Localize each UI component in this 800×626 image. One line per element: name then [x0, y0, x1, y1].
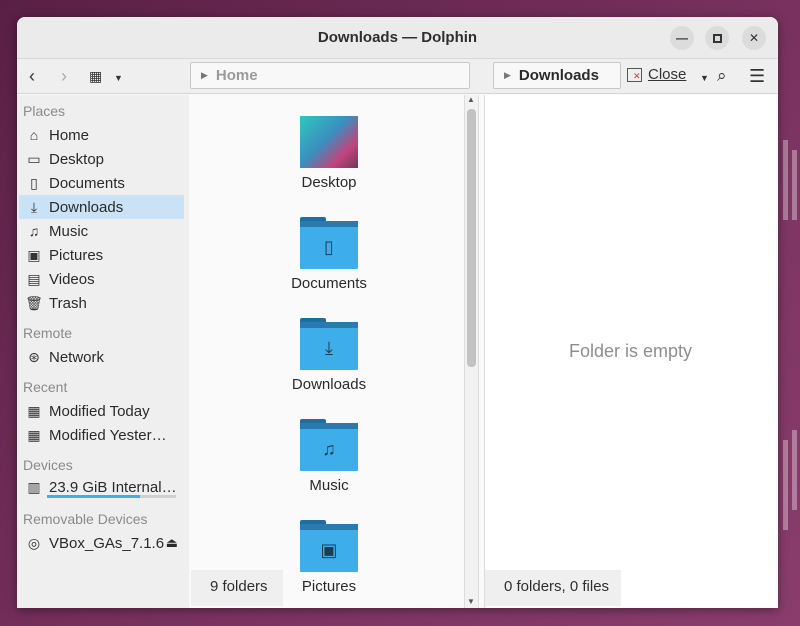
sidebar-item-home[interactable]: ⌂ Home: [19, 123, 184, 147]
left-view-pane[interactable]: Desktop ▯ Documents ⤓ Downloads ♫ Music …: [191, 95, 479, 608]
desktop-icon: ▭: [27, 150, 41, 167]
trash-icon: 🗑: [25, 294, 43, 311]
folder-icon: ▣: [300, 520, 358, 572]
videos-icon: ▤: [27, 270, 41, 287]
left-pane-scrollbar[interactable]: ▲ ▼: [464, 95, 478, 608]
section-remote: Remote: [23, 325, 73, 341]
music-note-icon: ♫: [322, 439, 336, 459]
window-title: Downloads — Dolphin: [317, 29, 478, 46]
sidebar-item-modified-today[interactable]: ▦ Modified Today: [19, 399, 184, 423]
documents-icon: ▯: [30, 174, 38, 191]
sidebar-item-network[interactable]: ⊛ Network: [19, 345, 184, 369]
sidebar-item-videos[interactable]: ▤ Videos: [19, 267, 184, 291]
sidebar-item-desktop[interactable]: ▭ Desktop: [19, 147, 184, 171]
view-mode-icon[interactable]: ▦: [89, 66, 102, 86]
close-split-icon: ✕: [627, 67, 642, 82]
eject-icon[interactable]: ⏏: [166, 535, 178, 551]
sidebar-item-music[interactable]: ♫ Music: [19, 219, 184, 243]
optical-disc-icon: ◎: [27, 534, 41, 551]
section-recent: Recent: [23, 379, 68, 395]
left-status-text: 9 folders: [210, 578, 268, 595]
music-icon: ♫: [28, 223, 40, 239]
close-split-button[interactable]: ✕ Close: [627, 66, 686, 83]
picture-icon: ▣: [320, 540, 338, 560]
wallpaper-stripe: [792, 150, 797, 220]
breadcrumb-left[interactable]: ▶ Home: [190, 62, 470, 89]
wallpaper-stripe: [783, 140, 788, 220]
split-dropdown-icon[interactable]: ▼: [700, 68, 709, 88]
section-places: Places: [23, 103, 66, 119]
minimize-button[interactable]: —: [670, 26, 694, 50]
maximize-button[interactable]: [705, 26, 729, 50]
close-window-button[interactable]: ✕: [742, 26, 766, 50]
sidebar-item-trash[interactable]: 🗑 Trash: [19, 291, 184, 315]
close-icon: ✕: [748, 31, 760, 45]
empty-folder-message: Folder is empty: [568, 341, 693, 361]
section-removable: Removable Devices: [23, 511, 148, 527]
left-status-bar: 9 folders: [191, 570, 283, 606]
search-icon[interactable]: ⌕: [717, 66, 727, 86]
close-split-label: Close: [648, 66, 687, 83]
sidebar-item-documents[interactable]: ▯ Documents: [19, 171, 184, 195]
downloads-icon: ⤓: [30, 198, 38, 215]
document-icon: ▯: [324, 237, 334, 257]
view-mode-dropdown-icon[interactable]: ▼: [114, 68, 123, 88]
breadcrumb-downloads[interactable]: Downloads: [519, 67, 599, 84]
scroll-down-icon[interactable]: ▼: [467, 597, 475, 606]
right-status-bar: 0 folders, 0 files: [485, 570, 621, 606]
folder-tile-downloads[interactable]: ⤓ Downloads: [277, 318, 381, 393]
calendar-icon: ▦: [27, 402, 41, 419]
wallpaper-stripe: [783, 440, 788, 530]
desktop-wallpaper-thumbnail: [300, 116, 358, 168]
breadcrumb-arrow-icon: ▶: [504, 70, 511, 80]
sidebar-item-pictures[interactable]: ▣ Pictures: [19, 243, 184, 267]
sidebar-item-downloads[interactable]: ⤓ Downloads: [19, 195, 184, 219]
network-icon: ⊛: [28, 348, 40, 365]
folder-icon: ♫: [300, 419, 358, 471]
toolbar: ‹ › ▦ ▼ ▶ Home ▶ Downloads ✕ Close ▼ ⌕ ☰: [17, 59, 778, 94]
scroll-up-icon[interactable]: ▲: [467, 95, 475, 104]
back-icon[interactable]: ‹: [29, 66, 35, 86]
sidebar-item-modified-yesterday[interactable]: ▦ Modified Yester…: [19, 423, 184, 447]
scrollbar-thumb[interactable]: [467, 109, 476, 367]
folder-tile-pictures[interactable]: ▣ Pictures: [277, 520, 381, 595]
drive-icon: ▥: [27, 478, 41, 495]
drive-usage-fill: [47, 495, 140, 498]
section-devices: Devices: [23, 457, 73, 473]
breadcrumb-home[interactable]: Home: [216, 67, 258, 84]
download-icon: ⤓: [325, 338, 333, 358]
minimize-icon: —: [676, 31, 688, 45]
sidebar-item-vbox-gas[interactable]: ◎ VBox_GAs_7.1.6 ⏏: [19, 531, 184, 555]
right-view-pane[interactable]: Folder is empty 0 folders, 0 files: [484, 95, 776, 608]
folder-icon: ▯: [300, 217, 358, 269]
drive-usage-bar: [47, 495, 176, 498]
places-sidebar: Places ⌂ Home ▭ Desktop ▯ Documents ⤓ Downlo…: [17, 95, 189, 608]
breadcrumb-right[interactable]: ▶ Downloads: [493, 62, 621, 89]
calendar-icon: ▦: [27, 426, 41, 443]
pictures-icon: ▣: [27, 246, 41, 263]
breadcrumb-arrow-icon: ▶: [201, 70, 208, 80]
title-bar: Downloads — Dolphin — ✕: [17, 17, 778, 59]
right-status-text: 0 folders, 0 files: [504, 578, 610, 595]
dolphin-window: Downloads — Dolphin — ✕ ‹ › ▦ ▼ ▶ Home ▶…: [17, 17, 778, 608]
folder-icon: ⤓: [300, 318, 358, 370]
forward-icon[interactable]: ›: [61, 66, 67, 86]
maximize-icon: [712, 33, 722, 43]
hamburger-menu-icon[interactable]: ☰: [749, 66, 765, 86]
folder-tile-desktop[interactable]: Desktop: [277, 116, 381, 191]
folder-tile-documents[interactable]: ▯ Documents: [277, 217, 381, 292]
home-icon: ⌂: [29, 127, 39, 143]
folder-tile-music[interactable]: ♫ Music: [277, 419, 381, 494]
wallpaper-stripe: [792, 430, 797, 510]
